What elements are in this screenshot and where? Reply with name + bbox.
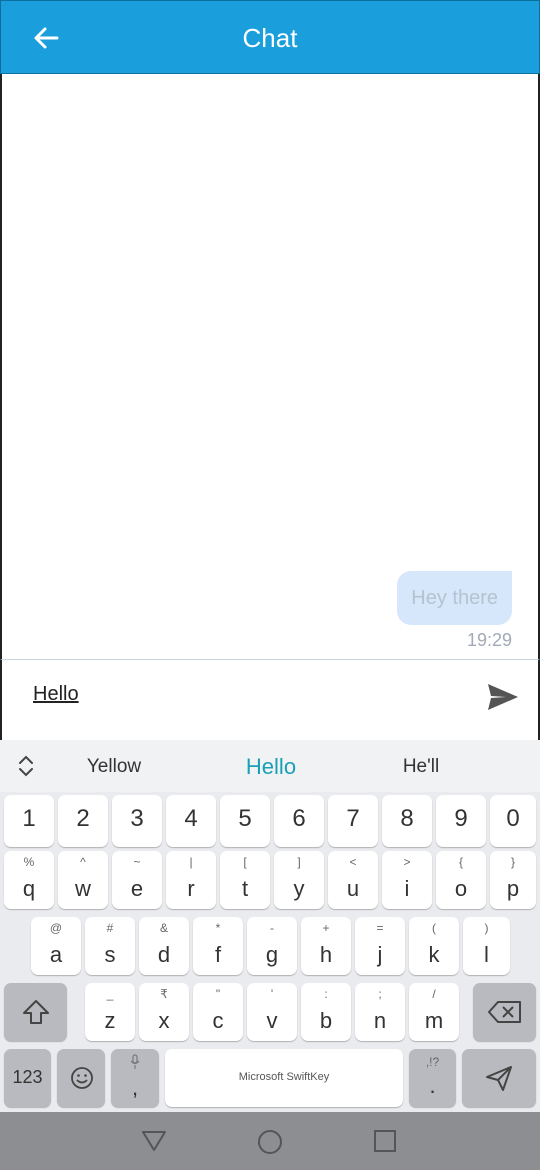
key-letter[interactable]: ~ e — [112, 851, 162, 909]
key-letter[interactable]: ' v — [247, 983, 297, 1041]
expand-collapse-icon[interactable] — [16, 754, 36, 778]
key-letter[interactable]: * f — [193, 917, 243, 975]
key-letter[interactable]: = j — [355, 917, 405, 975]
suggestion-right[interactable]: He'll — [371, 756, 471, 778]
message-bubble[interactable]: Hey there — [397, 571, 512, 625]
chat-screen: Chat Hey there 19:29 Hello Yellow Hello … — [0, 0, 540, 1170]
key-letter[interactable]: _ z — [85, 983, 135, 1041]
key-letter[interactable]: & d — [139, 917, 189, 975]
suggestion-bar: Yellow Hello He'll — [0, 740, 540, 792]
send-key[interactable] — [462, 1049, 536, 1107]
send-icon — [486, 1066, 512, 1091]
suggestion-left[interactable]: Yellow — [64, 756, 164, 778]
key-number[interactable]: 2 — [58, 795, 108, 847]
key-number[interactable]: 9 — [436, 795, 486, 847]
key-number[interactable]: 4 — [166, 795, 216, 847]
back-triangle-icon[interactable] — [141, 1129, 167, 1153]
key-letter[interactable]: @ a — [31, 917, 81, 975]
key-letter[interactable]: ; n — [355, 983, 405, 1041]
page-title: Chat — [242, 23, 298, 53]
key-number[interactable]: 0 — [490, 795, 536, 847]
period-key[interactable]: ,!? . — [409, 1049, 456, 1107]
message-list[interactable]: Hey there 19:29 — [0, 74, 540, 659]
backspace-key[interactable] — [473, 983, 536, 1041]
key-number[interactable]: 5 — [220, 795, 270, 847]
key-letter[interactable]: | r — [166, 851, 216, 909]
app-bar: Chat — [0, 0, 540, 74]
emoji-key[interactable] — [57, 1049, 105, 1107]
key-letter[interactable]: ) l — [463, 917, 510, 975]
key-letter[interactable]: } p — [490, 851, 536, 909]
backspace-icon — [488, 1001, 521, 1023]
key-letter[interactable]: (k — [409, 917, 459, 975]
key-number[interactable]: 7 — [328, 795, 378, 847]
key-number[interactable]: 3 — [112, 795, 162, 847]
key-letter[interactable]: > i — [382, 851, 432, 909]
navigation-bar — [0, 1112, 540, 1170]
message-composer: Hello — [0, 659, 540, 740]
key-letter[interactable]: -g — [247, 917, 297, 975]
key-letter[interactable]: [t — [220, 851, 270, 909]
key-number[interactable]: 8 — [382, 795, 432, 847]
key-letter[interactable]: ] y — [274, 851, 324, 909]
key-letter[interactable]: % q — [4, 851, 54, 909]
microphone-icon — [130, 1054, 140, 1069]
send-icon[interactable] — [486, 680, 520, 714]
key-letter[interactable]: < u — [328, 851, 378, 909]
numbers-key[interactable]: 123 — [4, 1049, 51, 1107]
key-letter[interactable]: " c — [193, 983, 243, 1041]
home-circle-icon[interactable] — [257, 1129, 283, 1155]
key-letter[interactable]: :b — [301, 983, 351, 1041]
key-number[interactable]: 1 — [4, 795, 54, 847]
key-number[interactable]: 6 — [274, 795, 324, 847]
emoji-icon — [71, 1067, 93, 1089]
message-timestamp: 19:29 — [466, 630, 512, 650]
key-letter[interactable]: ₹ x — [139, 983, 189, 1041]
comma-key[interactable]: , — [111, 1049, 159, 1107]
suggestion-middle[interactable]: Hello — [221, 754, 321, 780]
key-letter[interactable]: + h — [301, 917, 351, 975]
key-letter[interactable]: ^ w — [58, 851, 108, 909]
shift-icon — [23, 1000, 49, 1024]
shift-key[interactable] — [4, 983, 67, 1041]
key-letter[interactable]: # s — [85, 917, 135, 975]
key-letter[interactable]: {o — [436, 851, 486, 909]
space-key[interactable]: Microsoft SwiftKey — [165, 1049, 403, 1107]
key-letter[interactable]: / m — [409, 983, 459, 1041]
keyboard: Yellow Hello He'll 1 2 3 4 5 6 7 8 9 0 %… — [0, 740, 540, 1112]
message-input[interactable]: Hello — [33, 683, 79, 706]
recents-square-icon[interactable] — [373, 1129, 397, 1153]
